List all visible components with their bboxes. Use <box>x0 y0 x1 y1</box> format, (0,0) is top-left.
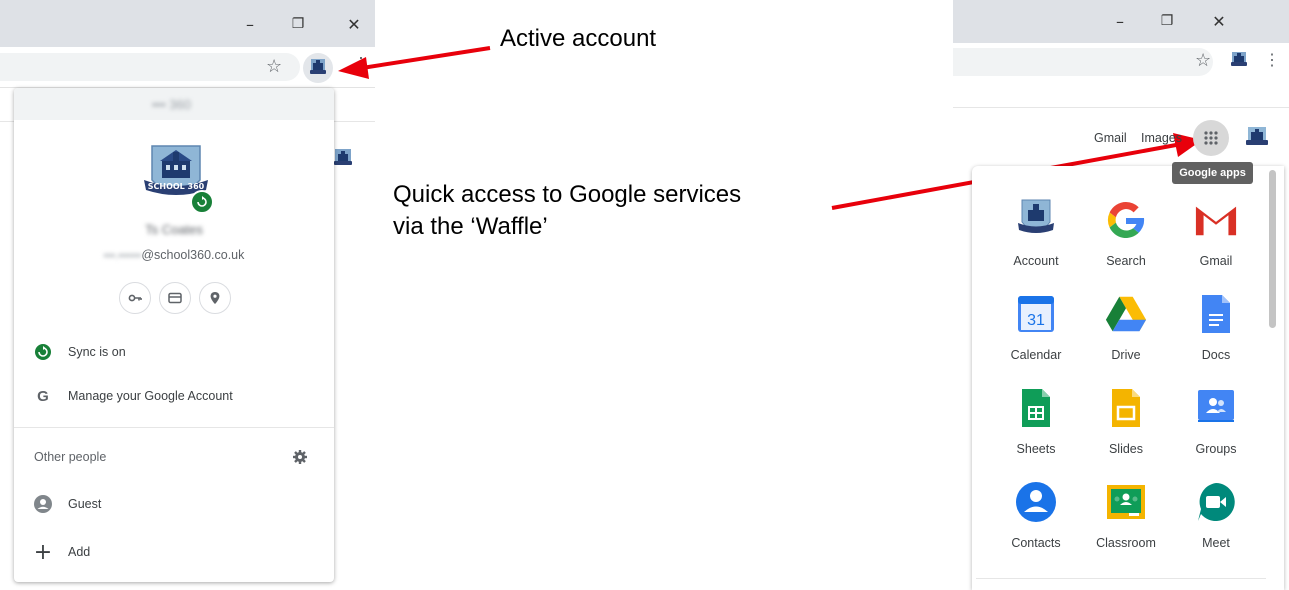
annotation-quick-access-line2: via the ‘Waffle’ <box>393 213 548 240</box>
app-label: Classroom <box>1096 536 1156 550</box>
waffle-grid-icon <box>1204 131 1218 145</box>
app-label: Drive <box>1111 348 1141 362</box>
annotation-quick-access-line1: Quick access to Google services <box>393 181 742 208</box>
slides-icon <box>1104 386 1148 430</box>
app-meet[interactable]: Meet <box>1170 476 1262 566</box>
app-classroom[interactable]: Classroom <box>1080 476 1172 566</box>
app-docs[interactable]: Docs <box>1170 288 1262 378</box>
images-link[interactable]: Images <box>1141 131 1182 145</box>
app-label: Groups <box>1195 442 1237 456</box>
arrow-active-account <box>338 46 491 79</box>
school-crest-icon <box>1231 52 1247 66</box>
app-label: Contacts <box>1011 536 1061 550</box>
address-bar[interactable] <box>953 48 1213 76</box>
annotation-active-account: Active account <box>500 25 657 52</box>
app-label: Gmail <box>1199 254 1233 268</box>
app-calendar[interactable]: 31 Calendar <box>990 288 1082 378</box>
restore-button[interactable]: ❐ <box>1147 5 1187 37</box>
docs-icon <box>1194 292 1238 336</box>
app-contacts[interactable]: Contacts <box>990 476 1082 566</box>
app-account[interactable]: Account <box>990 194 1082 284</box>
drive-icon <box>1104 292 1148 336</box>
meet-icon <box>1194 480 1238 524</box>
groups-icon <box>1194 386 1238 430</box>
profile-avatar-button[interactable] <box>1228 49 1250 76</box>
account-icon <box>1014 198 1058 242</box>
close-button[interactable]: ✕ <box>1199 5 1239 37</box>
account-avatar[interactable] <box>1243 124 1271 157</box>
school-crest-icon <box>1246 127 1268 145</box>
title-bar-right: – ❐ ✕ <box>953 0 1289 43</box>
panel-scrollbar[interactable] <box>1269 170 1276 328</box>
app-label: Docs <box>1201 348 1231 362</box>
google-g-icon <box>1104 198 1148 242</box>
browser-menu-icon[interactable]: ⋮ <box>1264 50 1280 70</box>
app-gmail[interactable]: Gmail <box>1170 194 1262 284</box>
calendar-icon: 31 <box>1014 292 1058 336</box>
svg-text:31: 31 <box>1027 312 1045 329</box>
app-drive[interactable]: Drive <box>1080 288 1172 378</box>
app-label: Sheets <box>1016 442 1056 456</box>
page-divider <box>953 107 1289 108</box>
panel-divider <box>976 578 1266 579</box>
app-label: Calendar <box>1010 348 1062 362</box>
gmail-link[interactable]: Gmail <box>1094 131 1127 145</box>
google-apps-tooltip: Google apps <box>1172 162 1253 184</box>
app-label: Meet <box>1202 536 1230 550</box>
google-apps-button[interactable] <box>1193 120 1229 156</box>
app-groups[interactable]: Groups <box>1170 382 1262 472</box>
contacts-icon <box>1014 480 1058 524</box>
minimize-button[interactable]: – <box>1100 5 1140 37</box>
app-label: Account <box>1013 254 1059 268</box>
app-label: Slides <box>1108 442 1144 456</box>
app-label: Search <box>1106 254 1146 268</box>
app-search[interactable]: Search <box>1080 194 1172 284</box>
sheets-icon <box>1014 386 1058 430</box>
classroom-icon <box>1104 480 1148 524</box>
gmail-icon <box>1194 198 1238 242</box>
app-slides[interactable]: Slides <box>1080 382 1172 472</box>
bookmark-star-icon[interactable]: ☆ <box>1195 50 1211 71</box>
app-sheets[interactable]: Sheets <box>990 382 1082 472</box>
google-apps-panel: Account Search Gmail 31 Calendar Drive D… <box>972 166 1284 590</box>
